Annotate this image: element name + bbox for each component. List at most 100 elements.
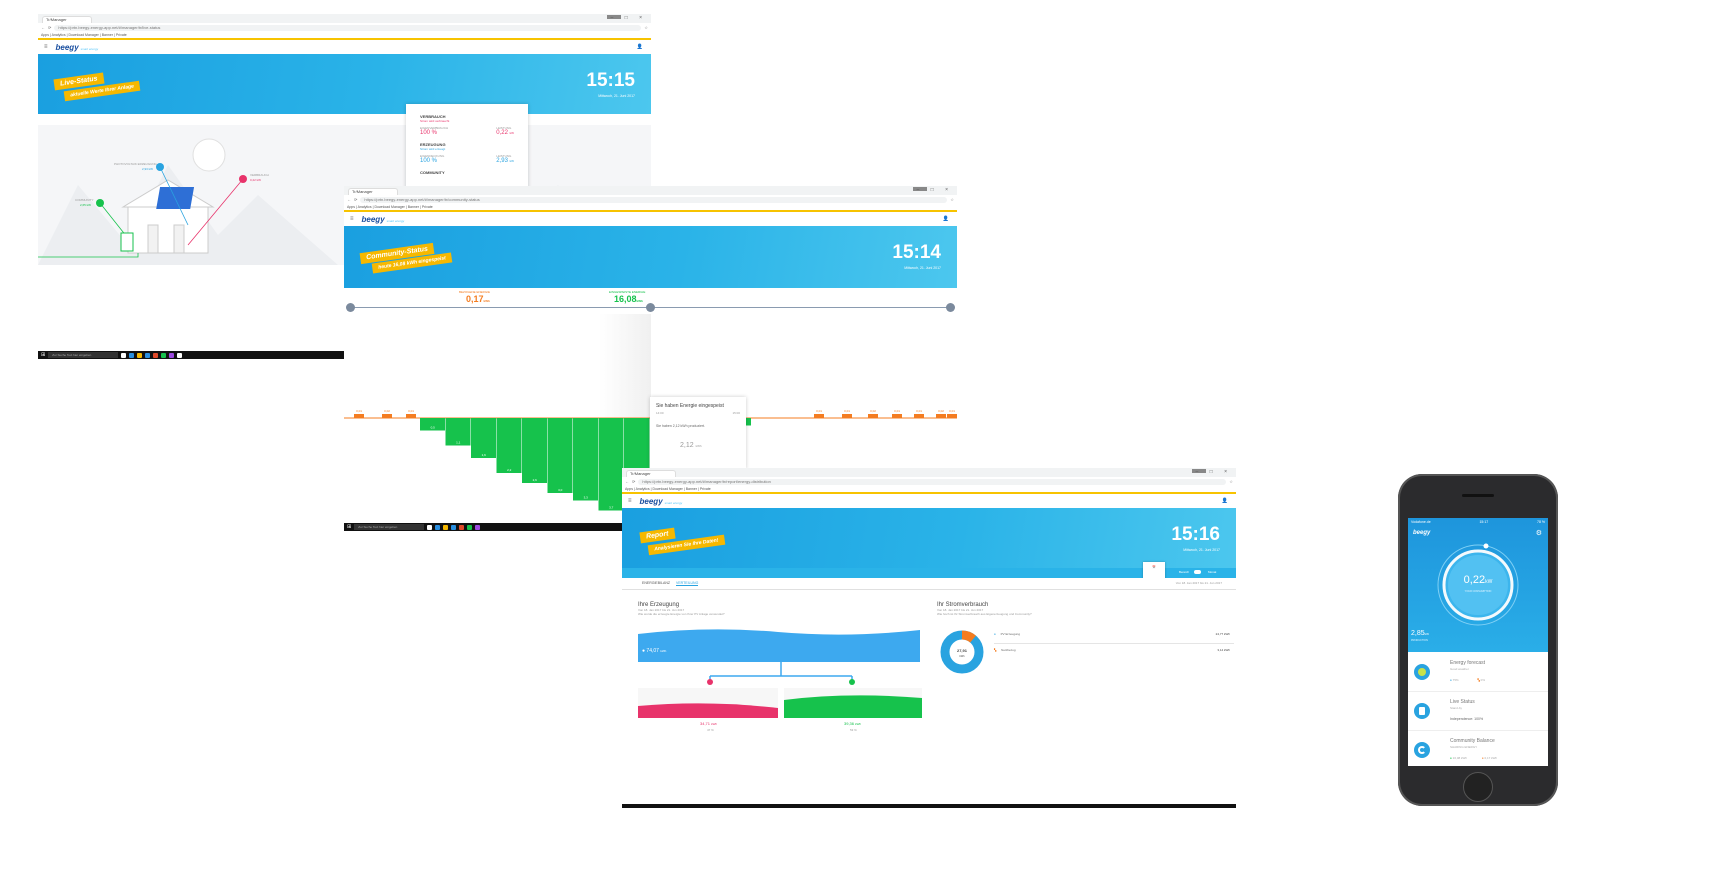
back-icon[interactable]: ← [347, 197, 351, 202]
gauge-value: 0,22kW [1463, 574, 1493, 586]
menu-icon[interactable]: ≡ [350, 216, 354, 222]
timeline-mid-handle[interactable] [646, 303, 655, 312]
browser-tab[interactable]: Tr/Manager [42, 16, 92, 23]
section-subtitle: Strom wird erzeugt [420, 147, 446, 151]
bar-label: 0,5 [431, 426, 436, 430]
clock-date: Mittwoch, 21. Juni 2017 [904, 266, 941, 270]
tab-strip: Tr/Manager – □ × [344, 186, 957, 195]
card-live-status[interactable]: Live Status Stand-by Independence: 100% [1408, 693, 1548, 731]
tab-energiebilanz[interactable]: ENERGIEBILANZ [642, 581, 670, 585]
window-controls[interactable]: – □ × [917, 187, 954, 193]
feed-in-bar [496, 418, 522, 473]
timeline-end-handle[interactable] [946, 303, 955, 312]
app-icon[interactable] [443, 524, 449, 530]
beegy-logo[interactable]: beegy smart energy [362, 215, 405, 224]
app-icon[interactable] [177, 352, 183, 358]
window-controls[interactable]: – □ × [611, 15, 648, 21]
report-controls: 📅 Bereich Monat [622, 562, 1236, 580]
phone-screen: Vodafone.de 15:17 78 % beegy ⚙ 0,22kW YO… [1408, 518, 1548, 766]
clock-time: 15:14 [892, 242, 941, 263]
tooltip-value: 2,12 kWh [680, 442, 702, 449]
beegy-logo[interactable]: beegy smart energy [56, 43, 99, 52]
star-icon[interactable]: ☆ [950, 197, 954, 202]
app-icon[interactable] [427, 524, 433, 530]
app-icon[interactable] [121, 352, 127, 358]
phone-time: 15:17 [1479, 520, 1489, 524]
bar-label: 0,01 [894, 409, 900, 413]
tab-verteilung[interactable]: VERTEILUNG [676, 581, 699, 586]
menu-icon[interactable]: ≡ [628, 498, 632, 504]
app-icon[interactable] [129, 352, 135, 358]
bar-label: 3,3 [584, 496, 589, 500]
windows-icon[interactable]: ⊞ [41, 352, 45, 358]
address-bar: ← ⟳ https://prtn.beegy-energy-app.net/#/… [38, 23, 651, 32]
user-icon[interactable]: 👤 [943, 216, 949, 222]
bar-label: 3,0 [558, 488, 563, 492]
app-icon[interactable] [145, 352, 151, 358]
verbrauch-row-netz: ▚ Netzbezug 3,14 kWh [994, 648, 1234, 660]
browser-tab[interactable]: Tr/Manager [626, 470, 676, 477]
pv-value: 2,93 kW [142, 167, 154, 171]
url-input[interactable]: https://prtn.beegy-energy-app.net/#/mana… [360, 196, 948, 203]
battery-label: 78 % [1537, 520, 1545, 524]
app-icon[interactable] [467, 524, 473, 530]
phone-device: Vodafone.de 15:17 78 % beegy ⚙ 0,22kW YO… [1398, 474, 1558, 806]
menu-icon[interactable]: ≡ [44, 44, 48, 50]
bar-label: 0,02 [870, 409, 876, 413]
donut-value: 27,91 kWh [956, 648, 967, 658]
phone-logo[interactable]: beegy [1413, 530, 1430, 536]
back-icon[interactable]: ← [625, 479, 629, 484]
window-controls[interactable]: – □ × [1196, 469, 1233, 475]
taskbar-search[interactable]: Zur Suche Text hier eingeben [48, 352, 119, 358]
card-community-balance[interactable]: Community Balance SHARING ENERGY ● 16,08… [1408, 732, 1548, 766]
app-icon[interactable] [137, 352, 143, 358]
card-sub: SHARING ENERGY [1450, 745, 1478, 749]
app-icon[interactable] [161, 352, 167, 358]
app-icon[interactable] [169, 352, 175, 358]
consumption-label: VERBRAUCH [250, 173, 269, 177]
tooltip-end: 15:00 [732, 411, 740, 415]
app-icon[interactable] [475, 524, 481, 530]
status-bar: Vodafone.de 15:17 78 % [1408, 518, 1548, 526]
production-label: PRODUCTION [1411, 639, 1428, 642]
back-icon[interactable]: ← [41, 25, 45, 30]
timeline-start-handle[interactable] [346, 303, 355, 312]
app-icon[interactable] [435, 524, 441, 530]
bar-label: 1,1 [456, 441, 461, 445]
card-extra: Independence: 100% [1450, 717, 1484, 721]
report-tabs: ENERGIEBILANZ VERTEILUNG Von 18. Jan 201… [622, 578, 1236, 590]
hero-banner: Live-Status aktuelle Werte Ihrer Anlage … [38, 54, 651, 114]
taskbar-search[interactable]: Zur Suche Text hier eingeben [354, 524, 425, 530]
period-right[interactable]: Monat [1208, 570, 1216, 574]
ribbon-title: Report [639, 527, 676, 544]
clock-date: Mittwoch, 21. Juni 2017 [598, 94, 635, 98]
card-energy-forecast[interactable]: Energy forecast Good weather ● 75% ▚ 0% [1408, 654, 1548, 692]
app-icon[interactable] [153, 352, 159, 358]
taskbar [622, 804, 1236, 808]
star-icon[interactable]: ☆ [1229, 479, 1233, 484]
url-input[interactable]: https://prtn.beegy-energy-app.net/#/mana… [638, 478, 1227, 485]
browser-tab[interactable]: Tr/Manager [348, 188, 398, 195]
reload-icon[interactable]: ⟳ [48, 25, 51, 30]
bar-label: 0,01 [949, 409, 955, 413]
report-window: Tr/Manager – □ × ← ⟳ https://prtn.beegy-… [622, 468, 1236, 808]
bar-label: 2,2 [507, 468, 512, 472]
feed-in-bar [573, 418, 598, 501]
panel-section-consumption: VERBRAUCH Strom wird verbraucht EIGENVER… [420, 114, 514, 136]
app-icon[interactable] [451, 524, 457, 530]
url-input[interactable]: https://prtn.beegy-energy-app.net/#/mana… [54, 24, 642, 31]
card-title: Energy forecast [1450, 660, 1486, 666]
reload-icon[interactable]: ⟳ [354, 197, 357, 202]
star-icon[interactable]: ☆ [644, 25, 648, 30]
user-icon[interactable]: 👤 [637, 44, 643, 50]
reload-icon[interactable]: ⟳ [632, 479, 635, 484]
app-header: ≡ beegy smart energy 👤 [344, 212, 957, 226]
app-icon[interactable] [459, 524, 465, 530]
period-toggle[interactable] [1194, 570, 1201, 574]
user-icon[interactable]: 👤 [1222, 498, 1228, 504]
bar-label: 2,6 [533, 478, 538, 482]
windows-icon[interactable]: ⊞ [347, 524, 351, 530]
beegy-logo[interactable]: beegy smart energy [640, 497, 683, 506]
home-button[interactable] [1463, 772, 1493, 802]
settings-gear-icon[interactable]: ⚙ [1536, 529, 1542, 537]
